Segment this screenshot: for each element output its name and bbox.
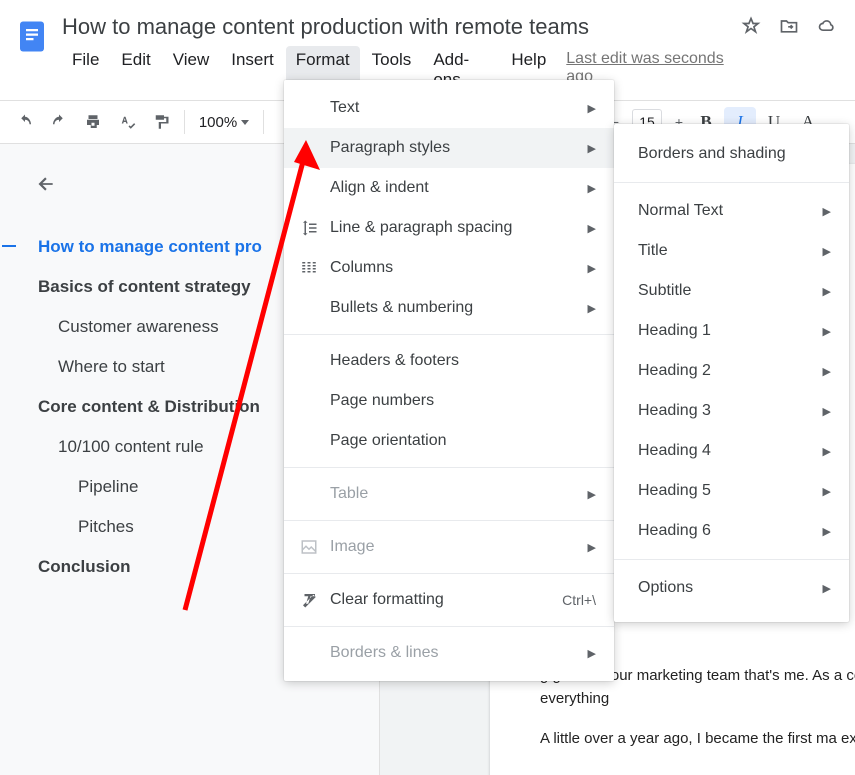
- paragraph-style-item[interactable]: Normal Text▶: [614, 191, 849, 231]
- paragraph-style-item[interactable]: Heading 2▶: [614, 351, 849, 391]
- format-menu-item: Table▶: [284, 474, 614, 514]
- format-menu-item[interactable]: Headers & footers: [284, 341, 614, 381]
- format-menu-item[interactable]: Bullets & numbering▶: [284, 288, 614, 328]
- format-menu-item: Borders & lines▶: [284, 633, 614, 673]
- format-menu-item[interactable]: Columns▶: [284, 248, 614, 288]
- cloud-icon[interactable]: [817, 16, 837, 39]
- format-menu-item[interactable]: Page orientation: [284, 421, 614, 461]
- menu-insert[interactable]: Insert: [221, 46, 284, 94]
- star-icon[interactable]: [741, 16, 761, 39]
- zoom-select[interactable]: 100%: [193, 114, 255, 131]
- paragraph-style-item[interactable]: Heading 3▶: [614, 391, 849, 431]
- undo-button[interactable]: [10, 107, 40, 137]
- paragraph-style-item[interactable]: Heading 4▶: [614, 431, 849, 471]
- print-button[interactable]: [78, 107, 108, 137]
- docs-logo[interactable]: [12, 8, 52, 62]
- format-menu-item: Image▶: [284, 527, 614, 567]
- move-icon[interactable]: [779, 16, 799, 39]
- menu-file[interactable]: File: [62, 46, 109, 94]
- spellcheck-button[interactable]: [112, 107, 142, 137]
- redo-button[interactable]: [44, 107, 74, 137]
- format-menu-item[interactable]: Page numbers: [284, 381, 614, 421]
- paragraph-style-item[interactable]: Heading 1▶: [614, 311, 849, 351]
- menu-edit[interactable]: Edit: [111, 46, 160, 94]
- format-menu: Text▶Paragraph styles▶Align & indent▶Lin…: [284, 80, 614, 681]
- paint-format-button[interactable]: [146, 107, 176, 137]
- format-menu-item[interactable]: Line & paragraph spacing▶: [284, 208, 614, 248]
- doc-title[interactable]: How to manage content production with re…: [60, 8, 741, 42]
- paragraph-style-item[interactable]: Subtitle▶: [614, 271, 849, 311]
- format-menu-item[interactable]: Align & indent▶: [284, 168, 614, 208]
- paragraph-styles-submenu: Borders and shading Normal Text▶Title▶Sub…: [614, 124, 849, 622]
- format-menu-item[interactable]: Clear formattingCtrl+\: [284, 580, 614, 620]
- paragraph-style-item[interactable]: Title▶: [614, 231, 849, 271]
- paragraph-style-item[interactable]: Heading 5▶: [614, 471, 849, 511]
- paragraph-style-item[interactable]: Borders and shading: [614, 134, 849, 174]
- paragraph-style-item[interactable]: Options▶: [614, 568, 849, 608]
- paragraph-style-item[interactable]: Heading 6▶: [614, 511, 849, 551]
- format-menu-item[interactable]: Paragraph styles▶: [284, 128, 614, 168]
- menu-view[interactable]: View: [163, 46, 220, 94]
- format-menu-item[interactable]: Text▶: [284, 88, 614, 128]
